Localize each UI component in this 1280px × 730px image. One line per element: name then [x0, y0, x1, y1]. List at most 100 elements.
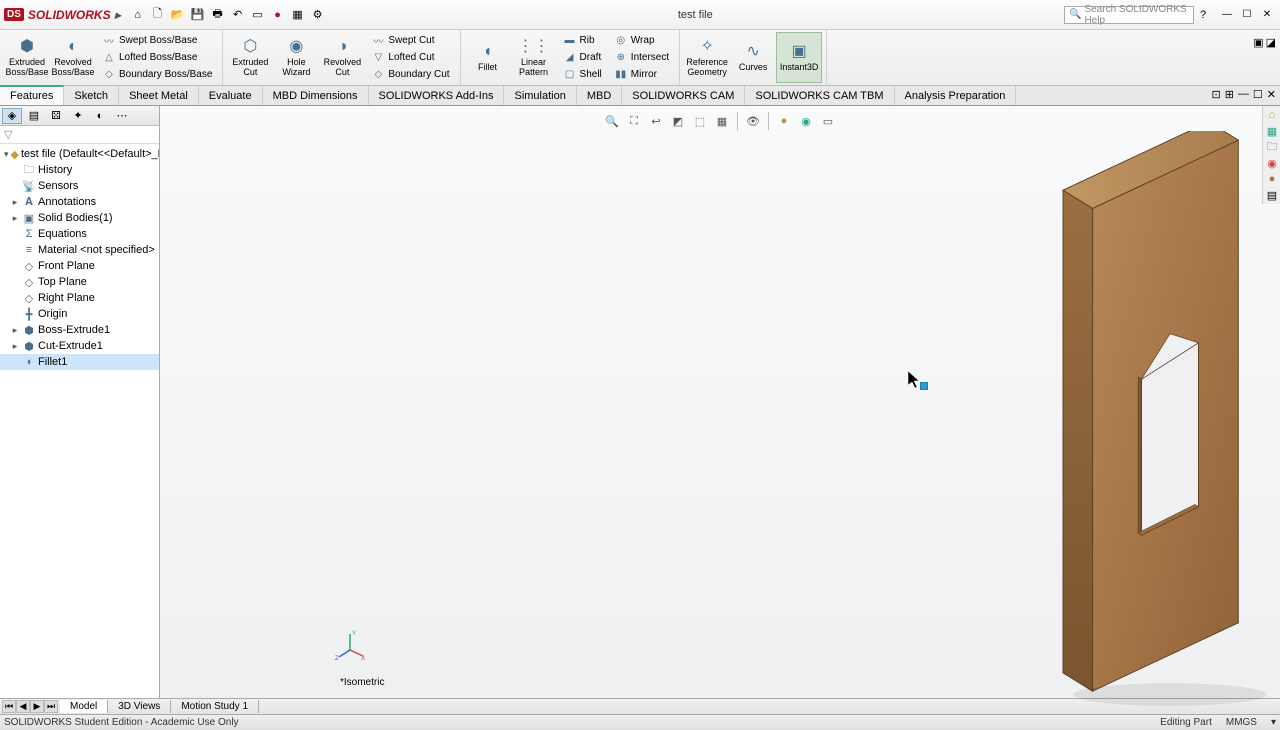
shell-button[interactable]: ▢Shell — [559, 67, 606, 83]
scene-icon[interactable]: ◉ — [797, 112, 815, 130]
fillet-button[interactable]: ◖Fillet — [465, 32, 511, 83]
bottom-tab-3d-views[interactable]: 3D Views — [108, 700, 171, 713]
instant3d-button[interactable]: ▣Instant3D — [776, 32, 822, 83]
swept-boss-button[interactable]: 〰Swept Boss/Base — [98, 33, 216, 49]
nav-last-icon[interactable]: ⏭ — [44, 700, 58, 713]
graphics-viewport[interactable]: 🔍 ⛶ ↩ ◩ ⬚ ▦ 👁 ● ◉ ▭ — [160, 106, 1280, 698]
select-icon[interactable]: ▭ — [249, 6, 267, 24]
nav-first-icon[interactable]: ⏮ — [2, 700, 16, 713]
tree-item-material-not-specified-[interactable]: ≡Material <not specified> — [0, 242, 159, 258]
draft-button[interactable]: ◢Draft — [559, 50, 606, 66]
tree-item-history[interactable]: 🗀History — [0, 162, 159, 178]
config-tab-icon[interactable]: ⚄ — [46, 108, 66, 124]
tab-sheet-metal[interactable]: Sheet Metal — [119, 86, 199, 105]
tree-item-annotations[interactable]: ▸𝐀Annotations — [0, 194, 159, 210]
zoom-area-icon[interactable]: ⛶ — [625, 112, 643, 130]
task-pane-icon[interactable]: ◪ — [1266, 36, 1276, 49]
tree-item-sensors[interactable]: 📡Sensors — [0, 178, 159, 194]
minimize-icon[interactable]: — — [1218, 8, 1236, 22]
hole-wizard-button[interactable]: ◉Hole Wizard — [273, 32, 319, 83]
appearance-icon[interactable]: ● — [775, 112, 793, 130]
tab-mbd[interactable]: MBD — [577, 86, 622, 105]
rebuild-icon[interactable]: ● — [269, 6, 287, 24]
tree-item-right-plane[interactable]: ◇Right Plane — [0, 290, 159, 306]
extruded-boss-button[interactable]: ⬢Extruded Boss/Base — [4, 32, 50, 83]
nav-prev-icon[interactable]: ◀ — [16, 700, 30, 713]
tab-simulation[interactable]: Simulation — [504, 86, 576, 105]
extruded-cut-button[interactable]: ⬡Extruded Cut — [227, 32, 273, 83]
bottom-tab-model[interactable]: Model — [60, 700, 108, 713]
section-view-icon[interactable]: ◩ — [669, 112, 687, 130]
property-tab-icon[interactable]: ▤ — [24, 108, 44, 124]
revolved-boss-button[interactable]: ◐Revolved Boss/Base — [50, 32, 96, 83]
wrap-button[interactable]: ◎Wrap — [610, 33, 673, 49]
sw-resources-icon[interactable]: ⌂ — [1265, 108, 1279, 122]
display-tab-icon[interactable]: ◐ — [90, 108, 110, 124]
tree-item-fillet1[interactable]: ◖Fillet1 — [0, 354, 159, 370]
tab-features[interactable]: Features — [0, 85, 64, 105]
tab-solidworks-cam[interactable]: SOLIDWORKS CAM — [622, 86, 745, 105]
tab-close-icon[interactable]: ✕ — [1267, 88, 1276, 101]
undo-icon[interactable]: ↶ — [229, 6, 247, 24]
linear-pattern-button[interactable]: ⋮⋮Linear Pattern — [511, 32, 557, 83]
tree-item-origin[interactable]: ╋Origin — [0, 306, 159, 322]
view-palette-icon[interactable]: ◉ — [1265, 156, 1279, 170]
tab-solidworks-cam-tbm[interactable]: SOLIDWORKS CAM TBM — [745, 86, 894, 105]
boundary-cut-button[interactable]: ◇Boundary Cut — [367, 67, 453, 83]
dimxpert-tab-icon[interactable]: ✦ — [68, 108, 88, 124]
tab-sketch[interactable]: Sketch — [64, 86, 119, 105]
tree-item-top-plane[interactable]: ◇Top Plane — [0, 274, 159, 290]
search-input[interactable]: 🔍 Search SOLIDWORKS Help — [1064, 6, 1194, 24]
mirror-button[interactable]: ▮▮Mirror — [610, 67, 673, 83]
tab-more-icon[interactable]: ⊞ — [1225, 88, 1234, 101]
filter-row[interactable]: ▽ — [0, 126, 159, 144]
help-icon[interactable]: ? — [1194, 6, 1212, 24]
tree-item-boss-extrude1[interactable]: ▸⬢Boss-Extrude1 — [0, 322, 159, 338]
lofted-cut-button[interactable]: ▽Lofted Cut — [367, 50, 453, 66]
hide-show-icon[interactable]: 👁 — [744, 112, 762, 130]
maximize-icon[interactable]: ☐ — [1238, 8, 1256, 22]
home-icon[interactable]: ⌂ — [129, 6, 147, 24]
tab-analysis-preparation[interactable]: Analysis Preparation — [895, 86, 1017, 105]
overflow-icon[interactable]: ⋯ — [112, 108, 132, 124]
settings-icon[interactable]: ⚙ — [309, 6, 327, 24]
curves-button[interactable]: ∿Curves — [730, 32, 776, 83]
chevron-right-icon[interactable]: ▸ — [10, 325, 20, 336]
swept-cut-button[interactable]: 〰Swept Cut — [367, 33, 453, 49]
appearances-icon[interactable]: ● — [1265, 172, 1279, 186]
bottom-tab-motion-study-1[interactable]: Motion Study 1 — [171, 700, 259, 713]
tree-item-solid-bodies-1-[interactable]: ▸▣Solid Bodies(1) — [0, 210, 159, 226]
tree-item-front-plane[interactable]: ◇Front Plane — [0, 258, 159, 274]
save-icon[interactable]: 💾 — [189, 6, 207, 24]
revolved-cut-button[interactable]: ◑Revolved Cut — [319, 32, 365, 83]
tab-evaluate[interactable]: Evaluate — [199, 86, 263, 105]
prev-view-icon[interactable]: ↩ — [647, 112, 665, 130]
chevron-right-icon[interactable]: ▸ — [10, 197, 20, 208]
boundary-boss-button[interactable]: ◇Boundary Boss/Base — [98, 67, 216, 83]
print-icon[interactable]: 🖶 — [209, 6, 227, 24]
open-icon[interactable]: 📂 — [169, 6, 187, 24]
lofted-boss-button[interactable]: △Lofted Boss/Base — [98, 50, 216, 66]
new-icon[interactable]: 🗋 — [149, 6, 167, 24]
rib-button[interactable]: ▬Rib — [559, 33, 606, 49]
feature-tree-tab-icon[interactable]: ◈ — [2, 108, 22, 124]
chevron-right-icon[interactable]: ▸ — [10, 213, 20, 224]
ref-geometry-button[interactable]: ✧Reference Geometry — [684, 32, 730, 83]
orientation-triad[interactable]: Y X Z — [335, 630, 365, 660]
view-orient-icon[interactable]: ⬚ — [691, 112, 709, 130]
options-icon[interactable]: ▦ — [289, 6, 307, 24]
display-style-icon[interactable]: ▦ — [713, 112, 731, 130]
chevron-down-icon[interactable]: ▾ — [4, 149, 9, 160]
nav-next-icon[interactable]: ▶ — [30, 700, 44, 713]
tab-solidworks-add-ins[interactable]: SOLIDWORKS Add-Ins — [369, 86, 505, 105]
tab-popup-icon[interactable]: ⊡ — [1211, 88, 1220, 101]
zoom-fit-icon[interactable]: 🔍 — [603, 112, 621, 130]
close-icon[interactable]: ✕ — [1258, 8, 1276, 22]
intersect-button[interactable]: ⊕Intersect — [610, 50, 673, 66]
design-library-icon[interactable]: ▦ — [1265, 124, 1279, 138]
view-settings-icon[interactable]: ▭ — [819, 112, 837, 130]
play-icon[interactable]: ▸ — [115, 8, 121, 22]
custom-props-icon[interactable]: ▤ — [1265, 188, 1279, 202]
tree-item-equations[interactable]: ΣEquations — [0, 226, 159, 242]
tree-item-cut-extrude1[interactable]: ▸⬢Cut-Extrude1 — [0, 338, 159, 354]
